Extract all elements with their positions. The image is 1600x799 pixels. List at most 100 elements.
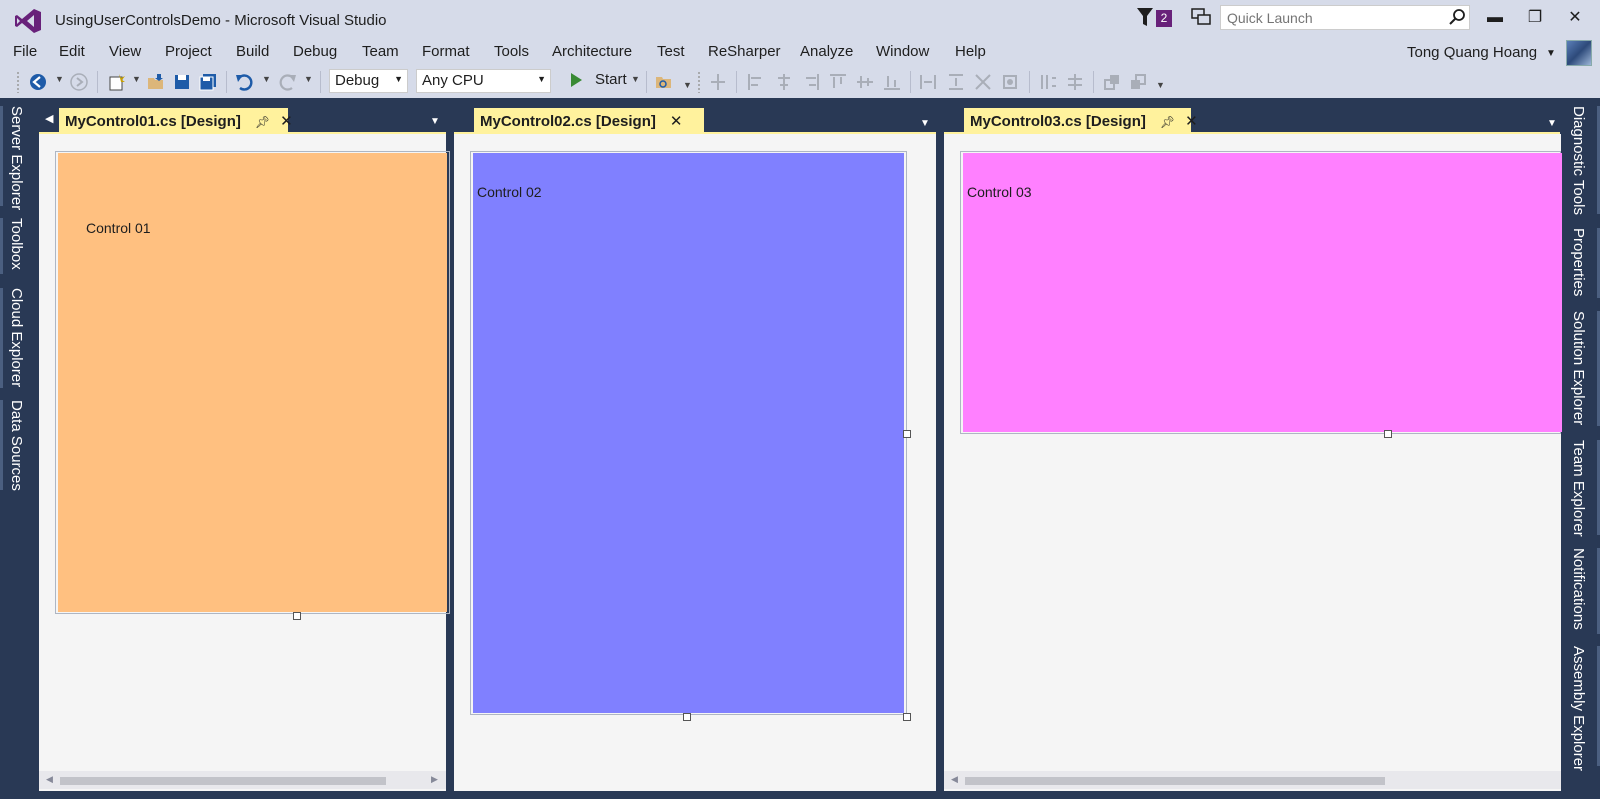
resize-handle[interactable] — [903, 713, 911, 721]
designer-canvas-2[interactable]: Control 02 — [454, 134, 936, 791]
tab-mycontrol01-design[interactable]: MyControl01.cs [Design] 📌︎ ✕ — [59, 108, 293, 134]
toolbar-overflow-icon[interactable]: ▼ — [683, 80, 692, 90]
menu-analyze[interactable]: Analyze — [800, 43, 853, 60]
pin-icon[interactable]: 📌︎ — [1160, 115, 1175, 129]
designer-canvas-3[interactable]: Control 03 ◀ — [944, 134, 1562, 791]
find-in-files-icon[interactable] — [654, 72, 674, 92]
user-name[interactable]: Tong Quang Hoang — [1407, 44, 1537, 61]
tool-tab-notifications[interactable]: Notifications — [1570, 548, 1587, 630]
tool-tab-assembly-explorer[interactable]: Assembly Explorer — [1570, 646, 1587, 771]
toolbar-grip[interactable] — [697, 71, 701, 93]
save-icon[interactable] — [172, 72, 192, 92]
horizontal-scrollbar[interactable]: ◀ ▶ — [39, 771, 446, 789]
resize-handle[interactable] — [1384, 430, 1392, 438]
tool-tab-solution-explorer[interactable]: Solution Explorer — [1570, 311, 1587, 425]
tool-tab-server-explorer[interactable]: Server Explorer — [8, 106, 25, 210]
vertical-spacing-icon[interactable] — [1065, 72, 1085, 92]
align-lefts-icon[interactable] — [746, 72, 766, 92]
align-rights-icon[interactable] — [801, 72, 821, 92]
menu-view[interactable]: View — [109, 43, 141, 60]
chevron-down-icon[interactable]: ▼ — [1546, 48, 1556, 59]
menu-resharper[interactable]: ReSharper — [708, 43, 781, 60]
tool-tab-team-explorer[interactable]: Team Explorer — [1570, 440, 1587, 537]
resize-handle[interactable] — [903, 430, 911, 438]
pane-menu-icon[interactable]: ▼ — [920, 118, 930, 129]
align-centers-icon[interactable] — [774, 72, 794, 92]
resize-handle[interactable] — [683, 713, 691, 721]
notifications-button[interactable]: 2 — [1136, 6, 1172, 30]
scroll-left-icon[interactable]: ◀ — [46, 774, 53, 785]
redo-icon[interactable] — [278, 72, 298, 92]
chevron-down-icon[interactable]: ▼ — [631, 74, 640, 84]
chevron-down-icon[interactable]: ▼ — [262, 74, 271, 84]
tool-tab-diagnostic-tools[interactable]: Diagnostic Tools — [1570, 106, 1587, 215]
horizontal-scrollbar[interactable]: ◀ — [944, 771, 1561, 789]
menu-test[interactable]: Test — [657, 43, 685, 60]
tool-tab-cloud-explorer[interactable]: Cloud Explorer — [8, 288, 25, 387]
feedback-icon[interactable] — [1190, 6, 1212, 28]
scrollbar-thumb[interactable] — [60, 777, 386, 785]
user-control-01[interactable]: Control 01 — [58, 153, 447, 612]
resize-handle[interactable] — [293, 612, 301, 620]
toolbar-grip[interactable] — [16, 71, 20, 93]
menu-team[interactable]: Team — [362, 43, 399, 60]
pane-menu-icon[interactable]: ▼ — [1547, 118, 1557, 129]
menu-debug[interactable]: Debug — [293, 43, 337, 60]
scroll-left-icon[interactable]: ◀ — [951, 774, 958, 785]
scroll-tabs-left-icon[interactable]: ◀ — [45, 112, 53, 125]
new-project-icon[interactable] — [107, 72, 127, 92]
close-tab-icon[interactable]: ✕ — [670, 112, 683, 130]
align-bottoms-icon[interactable] — [882, 72, 902, 92]
menu-edit[interactable]: Edit — [59, 43, 85, 60]
save-all-icon[interactable] — [198, 72, 218, 92]
undo-icon[interactable] — [234, 72, 254, 92]
close-window-button[interactable]: ✕ — [1560, 6, 1590, 30]
bring-to-front-icon[interactable] — [1102, 72, 1122, 92]
avatar[interactable] — [1566, 40, 1592, 66]
navigate-back-icon[interactable] — [28, 72, 48, 92]
pin-icon[interactable]: 📌︎ — [255, 115, 270, 129]
user-control-03[interactable]: Control 03 — [963, 153, 1562, 432]
solution-configuration-select[interactable]: Debug ▼ — [329, 69, 408, 93]
horizontal-spacing-icon[interactable] — [1038, 72, 1058, 92]
menu-tools[interactable]: Tools — [494, 43, 529, 60]
menu-window[interactable]: Window — [876, 43, 929, 60]
tool-tab-properties[interactable]: Properties — [1570, 228, 1587, 296]
tab-mycontrol03-design[interactable]: MyControl03.cs [Design] 📌︎ ✕ — [964, 108, 1198, 134]
scroll-right-icon[interactable]: ▶ — [431, 774, 438, 785]
minimize-button[interactable]: ▬ — [1480, 6, 1510, 30]
user-control-02[interactable]: Control 02 — [473, 153, 904, 713]
align-middles-icon[interactable] — [855, 72, 875, 92]
tab-mycontrol02-design[interactable]: MyControl02.cs [Design] ✕ — [474, 108, 704, 134]
tool-tab-toolbox[interactable]: Toolbox — [8, 218, 25, 270]
designer-canvas-1[interactable]: Control 01 ◀ ▶ — [39, 134, 450, 791]
send-to-back-icon[interactable] — [1128, 72, 1148, 92]
menu-architecture[interactable]: Architecture — [552, 43, 632, 60]
restore-button[interactable]: ❐ — [1520, 6, 1550, 30]
make-same-height-icon[interactable] — [946, 72, 966, 92]
chevron-down-icon[interactable]: ▼ — [132, 74, 141, 84]
make-same-size-icon[interactable] — [973, 72, 993, 92]
toolbar-overflow-icon[interactable]: ▼ — [1156, 80, 1165, 90]
open-folder-icon[interactable] — [146, 72, 166, 92]
tool-tab-data-sources[interactable]: Data Sources — [8, 400, 25, 491]
menu-project[interactable]: Project — [165, 43, 212, 60]
size-to-grid-icon[interactable] — [1000, 72, 1020, 92]
menu-file[interactable]: File — [13, 43, 37, 60]
chevron-down-icon[interactable]: ▼ — [55, 74, 64, 84]
quick-launch-input[interactable] — [1220, 5, 1470, 30]
menu-help[interactable]: Help — [955, 43, 986, 60]
search-icon[interactable] — [1448, 8, 1466, 26]
solution-platform-select[interactable]: Any CPU ▼ — [416, 69, 551, 93]
close-tab-icon[interactable]: ✕ — [280, 112, 293, 130]
chevron-down-icon[interactable]: ▼ — [304, 74, 313, 84]
pane-menu-icon[interactable]: ▼ — [430, 116, 440, 127]
align-to-grid-icon[interactable] — [708, 72, 728, 92]
align-tops-icon[interactable] — [828, 72, 848, 92]
close-tab-icon[interactable]: ✕ — [1185, 112, 1198, 130]
navigate-forward-icon[interactable] — [69, 72, 89, 92]
make-same-width-icon[interactable] — [918, 72, 938, 92]
scrollbar-thumb[interactable] — [965, 777, 1385, 785]
menu-build[interactable]: Build — [236, 43, 269, 60]
menu-format[interactable]: Format — [422, 43, 470, 60]
